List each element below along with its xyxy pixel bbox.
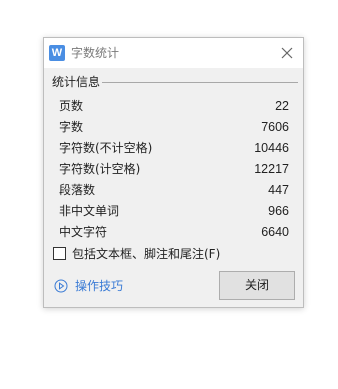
stat-row-pages: 页数 22: [59, 96, 289, 117]
stat-label: 段落数: [59, 183, 96, 197]
stat-row-chars-with-spaces: 字符数(计空格) 12217: [59, 159, 289, 180]
word-count-dialog: W 字数统计 统计信息 页数 22 字数 7606 字符数(不计空格) 1044…: [43, 37, 304, 308]
stat-value: 6640: [261, 225, 289, 239]
include-textboxes-checkbox[interactable]: [53, 247, 66, 260]
stat-value: 12217: [254, 162, 289, 176]
stat-label: 中文字符: [59, 225, 108, 239]
dialog-title: 字数统计: [71, 46, 120, 60]
stat-label: 页数: [59, 99, 84, 113]
stat-label: 非中文单词: [59, 204, 120, 218]
stat-row-non-chinese-words: 非中文单词 966: [59, 201, 289, 222]
stat-value: 7606: [261, 120, 289, 134]
stat-row-paragraphs: 段落数 447: [59, 180, 289, 201]
stat-value: 22: [275, 99, 289, 113]
stat-value: 966: [268, 204, 289, 218]
stats-list: 页数 22 字数 7606 字符数(不计空格) 10446 字符数(计空格) 1…: [59, 96, 289, 243]
stat-label: 字符数(计空格): [59, 162, 141, 176]
title-bar: W 字数统计: [44, 38, 303, 68]
group-header: 统计信息: [52, 75, 101, 89]
play-circle-icon: [54, 279, 68, 293]
close-button[interactable]: 关闭: [219, 271, 295, 300]
group-divider: [102, 82, 298, 83]
stat-label: 字数: [59, 120, 84, 134]
stat-value: 10446: [254, 141, 289, 155]
tips-label[interactable]: 操作技巧: [75, 278, 123, 294]
stat-row-words: 字数 7606: [59, 117, 289, 138]
stat-row-chars-no-spaces: 字符数(不计空格) 10446: [59, 138, 289, 159]
stat-row-chinese-chars: 中文字符 6640: [59, 222, 289, 243]
stat-label: 字符数(不计空格): [59, 141, 153, 155]
wps-writer-icon: W: [49, 45, 65, 61]
stat-value: 447: [268, 183, 289, 197]
include-textboxes-label[interactable]: 包括文本框、脚注和尾注(F): [72, 246, 220, 262]
close-icon[interactable]: [277, 43, 297, 63]
